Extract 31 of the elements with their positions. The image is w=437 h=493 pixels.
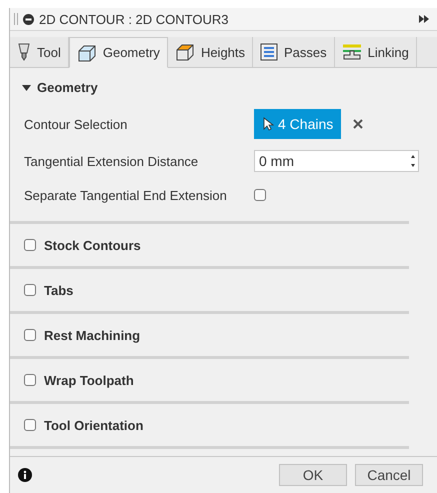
checkbox[interactable]: [254, 189, 266, 201]
cursor-icon: [262, 117, 274, 131]
field-label: Contour Selection: [24, 116, 128, 132]
cube-icon: [174, 43, 195, 61]
section-title: Tool Orientation: [44, 418, 144, 432]
section-title: Geometry: [37, 80, 98, 95]
section-title: Stock Contours: [44, 238, 141, 252]
checkbox[interactable]: [24, 284, 36, 296]
section-title: Wrap Toolpath: [44, 372, 134, 388]
distance-field[interactable]: 0 mm: [254, 150, 419, 172]
info-icon[interactable]: [18, 468, 32, 482]
dialog-button[interactable]: Cancel: [355, 464, 423, 486]
section-title: Rest Machining: [44, 328, 140, 342]
cube-icon: [76, 44, 97, 62]
window-title: 2D CONTOUR : 2D CONTOUR3: [39, 12, 230, 26]
passes-icon: [260, 43, 278, 61]
drill-bit-icon: [17, 43, 31, 61]
clear-icon[interactable]: [353, 119, 364, 129]
section-title: Tabs: [44, 282, 74, 298]
dialog-button[interactable]: OK: [279, 464, 347, 486]
caret-icon[interactable]: [22, 84, 31, 92]
checkbox[interactable]: [24, 419, 36, 431]
field-label: Tangential Extension Distance: [24, 154, 200, 168]
field-label: Separate Tangential End Extension: [24, 188, 228, 202]
stop-icon: [23, 14, 34, 24]
checkbox[interactable]: [24, 239, 36, 251]
tab[interactable]: Geometry: [68, 37, 168, 68]
linking-icon: [342, 43, 362, 61]
fast-forward-icon[interactable]: [419, 15, 429, 23]
checkbox[interactable]: [24, 374, 36, 386]
checkbox[interactable]: [24, 329, 36, 341]
